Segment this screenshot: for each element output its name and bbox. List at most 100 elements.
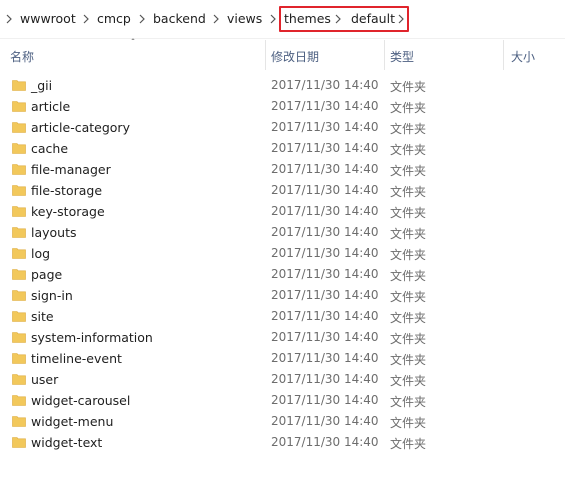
list-item[interactable]: widget-text 2017/11/30 14:40 文件夹 <box>0 432 565 453</box>
folder-icon <box>12 122 26 133</box>
file-type: 文件夹 <box>390 206 427 220</box>
file-modified-date: 2017/11/30 14:40 <box>271 183 379 197</box>
column-header-name[interactable]: 名称 <box>10 48 34 65</box>
file-name: article <box>31 99 71 114</box>
folder-icon <box>12 164 26 175</box>
folder-icon <box>12 248 26 259</box>
file-modified-date: 2017/11/30 14:40 <box>271 120 379 134</box>
file-type: 文件夹 <box>390 248 427 262</box>
list-item[interactable]: timeline-event 2017/11/30 14:40 文件夹 <box>0 348 565 369</box>
column-header-size[interactable]: 大小 <box>511 48 535 65</box>
list-item[interactable]: widget-carousel 2017/11/30 14:40 文件夹 <box>0 390 565 411</box>
file-type: 文件夹 <box>390 290 427 304</box>
breadcrumb-item-cmcp[interactable]: cmcp <box>97 10 131 28</box>
file-name: widget-carousel <box>31 393 131 408</box>
column-divider[interactable] <box>265 40 266 70</box>
folder-icon <box>12 227 26 238</box>
file-name: timeline-event <box>31 351 122 366</box>
file-modified-date: 2017/11/30 14:40 <box>271 267 379 281</box>
file-type: 文件夹 <box>390 353 427 367</box>
file-name: file-storage <box>31 183 103 198</box>
list-item[interactable]: article 2017/11/30 14:40 文件夹 <box>0 96 565 117</box>
folder-icon <box>12 80 26 91</box>
file-type: 文件夹 <box>390 227 427 241</box>
file-name: article-category <box>31 120 130 135</box>
folder-icon <box>12 374 26 385</box>
file-name: widget-text <box>31 435 103 450</box>
list-item[interactable]: file-storage 2017/11/30 14:40 文件夹 <box>0 180 565 201</box>
chevron-right-icon[interactable] <box>268 14 278 24</box>
breadcrumb-item-wwwroot[interactable]: wwwroot <box>20 10 76 28</box>
file-type: 文件夹 <box>390 311 427 325</box>
file-explorer-window: wwwroot cmcp backend views themes defaul… <box>0 0 565 481</box>
file-name: _gii <box>31 78 53 93</box>
column-header-bar: 名称 修改日期 类型 大小 <box>0 40 565 70</box>
folder-icon <box>12 290 26 301</box>
breadcrumb-item-views[interactable]: views <box>227 10 262 28</box>
chevron-right-icon[interactable] <box>81 14 91 24</box>
list-item[interactable]: site 2017/11/30 14:40 文件夹 <box>0 306 565 327</box>
file-modified-date: 2017/11/30 14:40 <box>271 225 379 239</box>
list-item[interactable]: key-storage 2017/11/30 14:40 文件夹 <box>0 201 565 222</box>
file-name: user <box>31 372 59 387</box>
file-name: widget-menu <box>31 414 114 429</box>
file-type: 文件夹 <box>390 269 427 283</box>
column-header-type[interactable]: 类型 <box>390 48 414 65</box>
file-name: layouts <box>31 225 77 240</box>
file-modified-date: 2017/11/30 14:40 <box>271 288 379 302</box>
file-modified-date: 2017/11/30 14:40 <box>271 309 379 323</box>
file-type: 文件夹 <box>390 332 427 346</box>
file-name: sign-in <box>31 288 73 303</box>
file-type: 文件夹 <box>390 80 427 94</box>
folder-icon <box>12 101 26 112</box>
folder-icon <box>12 206 26 217</box>
column-divider[interactable] <box>384 40 385 70</box>
folder-icon <box>12 353 26 364</box>
file-modified-date: 2017/11/30 14:40 <box>271 330 379 344</box>
file-modified-date: 2017/11/30 14:40 <box>271 414 379 428</box>
folder-icon <box>12 395 26 406</box>
list-item[interactable]: file-manager 2017/11/30 14:40 文件夹 <box>0 159 565 180</box>
list-item[interactable]: log 2017/11/30 14:40 文件夹 <box>0 243 565 264</box>
chevron-right-icon[interactable] <box>4 14 14 24</box>
chevron-right-icon[interactable] <box>137 14 147 24</box>
file-name: log <box>31 246 51 261</box>
chevron-right-icon[interactable] <box>211 14 221 24</box>
list-item[interactable]: sign-in 2017/11/30 14:40 文件夹 <box>0 285 565 306</box>
file-name: file-manager <box>31 162 111 177</box>
file-modified-date: 2017/11/30 14:40 <box>271 204 379 218</box>
list-item[interactable]: page 2017/11/30 14:40 文件夹 <box>0 264 565 285</box>
folder-icon <box>12 332 26 343</box>
list-item[interactable]: user 2017/11/30 14:40 文件夹 <box>0 369 565 390</box>
file-type: 文件夹 <box>390 395 427 409</box>
file-type: 文件夹 <box>390 416 427 430</box>
column-header-date[interactable]: 修改日期 <box>271 48 319 65</box>
file-modified-date: 2017/11/30 14:40 <box>271 141 379 155</box>
list-item[interactable]: widget-menu 2017/11/30 14:40 文件夹 <box>0 411 565 432</box>
folder-icon <box>12 416 26 427</box>
file-modified-date: 2017/11/30 14:40 <box>271 351 379 365</box>
column-divider[interactable] <box>503 40 504 70</box>
file-modified-date: 2017/11/30 14:40 <box>271 435 379 449</box>
list-item[interactable]: layouts 2017/11/30 14:40 文件夹 <box>0 222 565 243</box>
file-modified-date: 2017/11/30 14:40 <box>271 162 379 176</box>
file-name: key-storage <box>31 204 105 219</box>
file-modified-date: 2017/11/30 14:40 <box>271 372 379 386</box>
file-type: 文件夹 <box>390 185 427 199</box>
file-modified-date: 2017/11/30 14:40 <box>271 393 379 407</box>
file-name: cache <box>31 141 69 156</box>
folder-icon <box>12 143 26 154</box>
list-item[interactable]: system-information 2017/11/30 14:40 文件夹 <box>0 327 565 348</box>
list-item[interactable]: cache 2017/11/30 14:40 文件夹 <box>0 138 565 159</box>
list-item[interactable]: _gii 2017/11/30 14:40 文件夹 <box>0 75 565 96</box>
list-item[interactable]: article-category 2017/11/30 14:40 文件夹 <box>0 117 565 138</box>
file-name: site <box>31 309 54 324</box>
breadcrumb-item-backend[interactable]: backend <box>153 10 206 28</box>
file-type: 文件夹 <box>390 101 427 115</box>
folder-icon <box>12 269 26 280</box>
file-type: 文件夹 <box>390 122 427 136</box>
file-modified-date: 2017/11/30 14:40 <box>271 78 379 92</box>
file-type: 文件夹 <box>390 143 427 157</box>
file-name: system-information <box>31 330 153 345</box>
file-name: page <box>31 267 63 282</box>
